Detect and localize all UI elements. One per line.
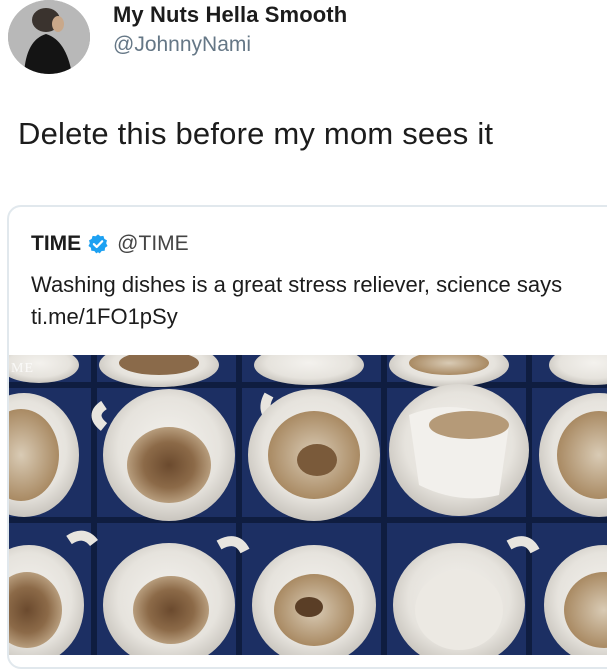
quoted-tweet-header: TIME @TIME — [31, 229, 189, 259]
photo-watermark: ME — [11, 361, 34, 376]
quoted-display-name[interactable]: TIME — [31, 232, 81, 256]
quoted-tweet-card[interactable]: TIME @TIME Washing dishes is a great str… — [7, 205, 607, 669]
tweet-header: My Nuts Hella Smooth @JohnnyNami — [0, 0, 607, 80]
dirty-coffee-cups-photo — [9, 355, 607, 655]
user-avatar[interactable] — [8, 0, 90, 74]
verified-badge-icon — [87, 233, 109, 255]
quoted-tweet-photo[interactable]: ME — [9, 355, 607, 655]
quoted-tweet-text: Washing dishes is a great stress relieve… — [31, 272, 563, 329]
tweet-text: Delete this before my mom sees it — [18, 116, 494, 151]
quoted-handle[interactable]: @TIME — [117, 232, 188, 256]
display-name[interactable]: My Nuts Hella Smooth — [113, 2, 347, 28]
user-handle[interactable]: @JohnnyNami — [113, 33, 251, 57]
